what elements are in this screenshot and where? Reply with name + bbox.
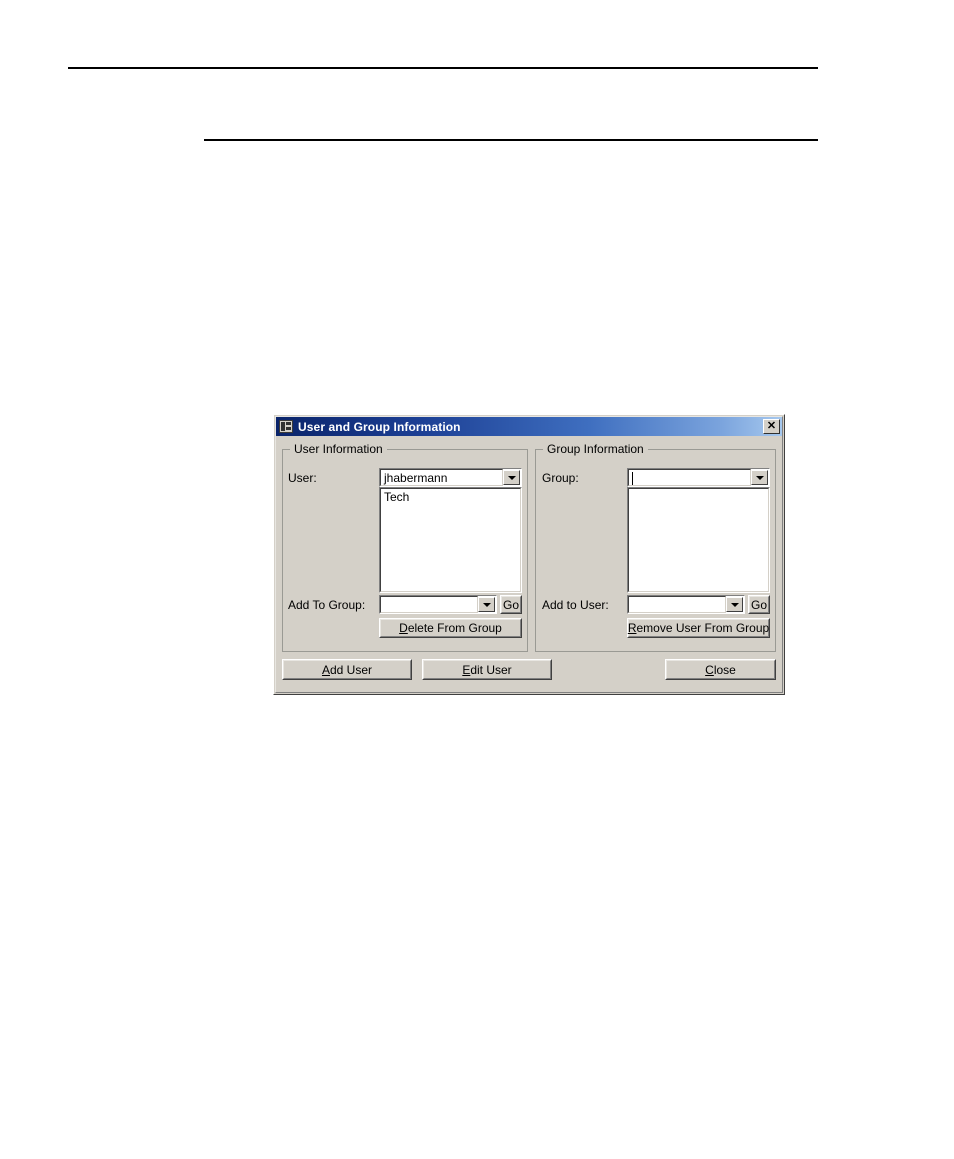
user-groups-listbox[interactable]: Tech <box>379 487 522 593</box>
add-user-rest: dd User <box>329 662 373 677</box>
add-to-group-go-button[interactable]: Go <box>500 595 522 614</box>
add-user-label: Add User <box>322 663 372 677</box>
window-grid-icon <box>279 420 293 433</box>
remove-user-from-group-label: Remove User From Group <box>628 621 769 635</box>
remove-user-from-group-accel: R <box>627 621 637 635</box>
close-icon[interactable]: ✕ <box>763 419 780 434</box>
close-button[interactable]: Close <box>665 659 776 680</box>
add-to-user-go-button[interactable]: Go <box>748 595 770 614</box>
add-to-group-go-label: Go <box>502 597 519 612</box>
add-to-group-select[interactable] <box>379 595 497 614</box>
chevron-down-icon <box>755 475 764 480</box>
close-face: Close <box>666 660 775 679</box>
edit-user-button[interactable]: Edit User <box>422 659 552 680</box>
page-rule-top <box>68 67 818 69</box>
edit-user-rest: dit User <box>470 662 512 677</box>
delete-from-group-accel: D <box>399 621 408 635</box>
group-select[interactable] <box>627 468 770 487</box>
dialog-titlebar[interactable]: User and Group Information ✕ <box>276 417 782 436</box>
edit-user-accel: E <box>462 662 471 677</box>
chevron-down-icon <box>730 602 739 607</box>
group-members-listbox[interactable] <box>627 487 770 593</box>
add-to-group-field[interactable] <box>380 596 478 613</box>
delete-from-group-face: Delete From Group <box>380 619 521 637</box>
close-rest: lose <box>713 662 736 677</box>
user-select-value: jhabermann <box>384 470 448 485</box>
add-to-user-field[interactable] <box>628 596 726 613</box>
edit-user-label: Edit User <box>462 663 511 677</box>
user-select-dropdown-button[interactable] <box>503 470 520 485</box>
user-select[interactable]: jhabermann <box>379 468 522 487</box>
delete-from-group-button[interactable]: Delete From Group <box>379 618 522 638</box>
delete-from-group-rest: elete From Group <box>407 621 502 635</box>
close-accel: C <box>705 662 714 677</box>
group-information-legend: Group Information <box>543 443 648 456</box>
remove-user-from-group-rest: emove User From Group <box>636 621 770 635</box>
add-to-group-label: Add To Group: <box>288 598 366 612</box>
group-select-field[interactable] <box>628 469 751 486</box>
user-information-legend: User Information <box>290 443 387 456</box>
add-to-user-go-label: Go <box>750 597 767 612</box>
add-to-group-go-face: Go <box>501 596 521 613</box>
page-rule-second <box>204 139 818 141</box>
chevron-down-icon <box>482 602 491 607</box>
user-and-group-information-dialog: User and Group Information ✕ User Inform… <box>273 414 785 695</box>
group-members-listbox-inner[interactable] <box>628 488 769 592</box>
list-item[interactable]: Tech <box>383 490 520 505</box>
add-to-user-label: Add to User: <box>542 598 609 612</box>
group-label: Group: <box>542 471 579 485</box>
delete-from-group-label: Delete From Group <box>399 621 502 635</box>
close-label: Close <box>705 663 736 677</box>
user-groups-listbox-inner[interactable]: Tech <box>380 488 521 592</box>
dialog-body: User Information User: jhabermann Tech A… <box>276 437 782 692</box>
user-select-field[interactable]: jhabermann <box>380 469 503 486</box>
chevron-down-icon <box>507 475 516 480</box>
dialog-title: User and Group Information <box>298 419 461 434</box>
remove-user-from-group-face: Remove User From Group <box>628 619 769 637</box>
add-user-face: Add User <box>283 660 411 679</box>
text-caret <box>632 472 633 485</box>
edit-user-face: Edit User <box>423 660 551 679</box>
add-to-user-select[interactable] <box>627 595 745 614</box>
group-select-dropdown-button[interactable] <box>751 470 768 485</box>
user-label: User: <box>288 471 317 485</box>
add-to-user-dropdown-button[interactable] <box>726 597 743 612</box>
add-user-button[interactable]: Add User <box>282 659 412 680</box>
add-user-accel: A <box>321 662 330 677</box>
add-to-group-dropdown-button[interactable] <box>478 597 495 612</box>
add-to-user-go-face: Go <box>749 596 769 613</box>
remove-user-from-group-button[interactable]: Remove User From Group <box>627 618 770 638</box>
